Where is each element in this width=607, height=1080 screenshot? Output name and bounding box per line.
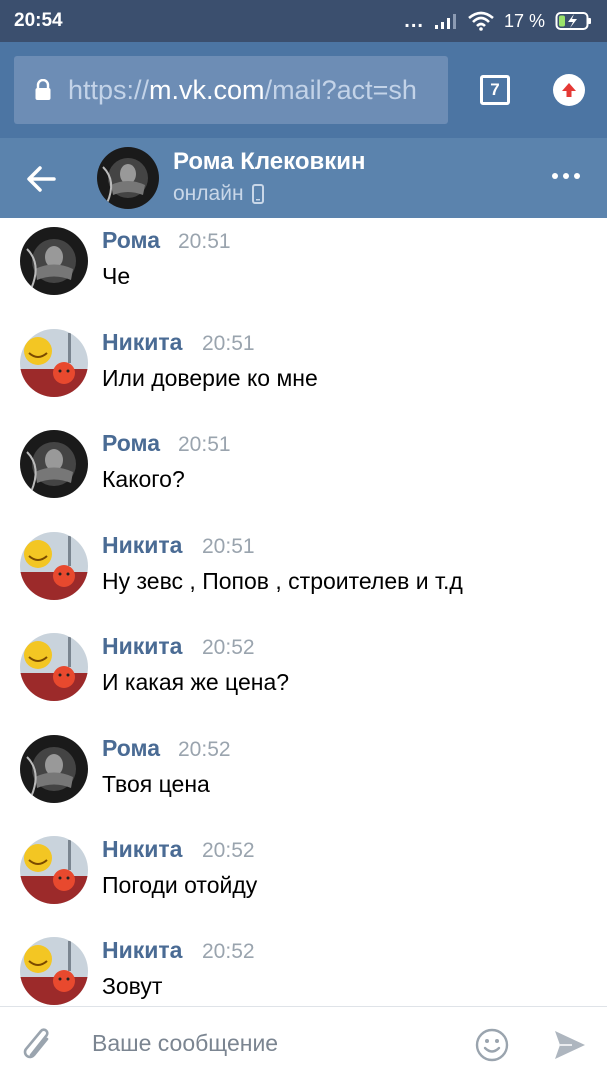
message-author[interactable]: Рома	[102, 430, 160, 457]
chat-header: Рома Клековкин онлайн	[0, 138, 607, 218]
battery-charging-icon	[555, 12, 591, 30]
url-host: m.vk.com	[149, 74, 265, 105]
nikita-avatar-image	[20, 836, 88, 904]
message-text: Какого?	[102, 466, 185, 492]
message-author[interactable]: Никита	[102, 937, 182, 964]
message-author[interactable]: Рома	[102, 735, 160, 762]
avatar[interactable]	[20, 836, 88, 904]
message-item: Никита 20:52 И какая же цена?	[0, 627, 607, 727]
contact-name[interactable]: Рома Клековкин	[173, 148, 366, 176]
lock-icon	[35, 79, 51, 100]
avatar[interactable]	[20, 532, 88, 600]
message-item: Никита 20:52 Зовут	[0, 931, 607, 1006]
roma-avatar-image	[20, 430, 88, 498]
message-time: 20:51	[202, 332, 255, 355]
message-time: 20:51	[178, 433, 231, 456]
message-time: 20:52	[202, 636, 255, 659]
message-text: И какая же цена?	[102, 669, 290, 695]
message-item: Рома 20:52 Твоя цена	[0, 729, 607, 829]
message-author[interactable]: Никита	[102, 329, 182, 356]
message-author[interactable]: Рома	[102, 227, 160, 254]
message-item: Рома 20:51 Че	[0, 221, 607, 321]
contact-status: онлайн	[173, 182, 264, 206]
message-text: Че	[102, 263, 131, 289]
message-item: Никита 20:52 Погоди отойду	[0, 830, 607, 930]
message-text: Ну зевс , Попов , строителев и т.д	[102, 568, 463, 594]
online-status-text: онлайн	[173, 182, 244, 205]
nikita-avatar-image	[20, 633, 88, 701]
avatar[interactable]	[20, 430, 88, 498]
message-text: Погоди отойду	[102, 872, 258, 898]
tabs-count: 7	[490, 80, 500, 99]
message-author[interactable]: Никита	[102, 532, 182, 559]
url-path: /mail?act=sh	[264, 74, 417, 105]
message-item: Никита 20:51 Ну зевс , Попов , строителе…	[0, 526, 607, 626]
status-bar: 20:54 ... 17 %	[0, 0, 607, 42]
message-time: 20:52	[202, 839, 255, 862]
nikita-avatar-image	[20, 532, 88, 600]
message-author[interactable]: Никита	[102, 836, 182, 863]
roma-avatar-image	[20, 735, 88, 803]
browser-toolbar: https://m.vk.com/mail?act=sh 7	[0, 42, 607, 138]
url-scheme: https://	[68, 74, 150, 105]
roma-avatar-image	[20, 227, 88, 295]
arrow-up-icon	[562, 83, 576, 97]
url-bar[interactable]: https://m.vk.com/mail?act=sh	[14, 56, 448, 124]
signal-icon	[434, 14, 456, 29]
avatar[interactable]	[20, 633, 88, 701]
mobile-phone-icon	[251, 184, 264, 204]
status-time: 20:54	[14, 10, 63, 31]
message-time: 20:51	[178, 230, 231, 253]
smiley-icon[interactable]	[474, 1027, 510, 1063]
avatar[interactable]	[97, 147, 159, 209]
message-item: Рома 20:51 Какого?	[0, 424, 607, 524]
send-icon[interactable]	[552, 1027, 588, 1063]
wifi-icon	[468, 11, 494, 31]
message-time: 20:51	[202, 535, 255, 558]
paperclip-icon[interactable]	[20, 1025, 56, 1065]
status-indicators: ... 17 %	[404, 10, 593, 33]
tabs-button[interactable]: 7	[480, 75, 510, 105]
back-arrow-icon[interactable]	[22, 160, 60, 198]
nikita-avatar-image	[20, 937, 88, 1005]
url-text: https://m.vk.com/mail?act=sh	[68, 75, 417, 106]
message-text: Зовут	[102, 973, 163, 999]
contact-avatar-image	[97, 147, 159, 209]
message-input[interactable]	[90, 1023, 450, 1063]
message-time: 20:52	[202, 940, 255, 963]
avatar[interactable]	[20, 937, 88, 1005]
message-text: Или доверие ко мне	[102, 365, 318, 391]
message-item: Никита 20:51 Или доверие ко мне	[0, 323, 607, 423]
avatar[interactable]	[20, 329, 88, 397]
message-author[interactable]: Никита	[102, 633, 182, 660]
message-text: Твоя цена	[102, 771, 210, 797]
message-composer	[0, 1006, 607, 1080]
update-button[interactable]	[553, 74, 585, 106]
message-time: 20:52	[178, 738, 231, 761]
avatar[interactable]	[20, 735, 88, 803]
nikita-avatar-image	[20, 329, 88, 397]
message-list: Рома 20:51 Че Никита 20:51 Или доверие к…	[0, 218, 607, 1006]
battery-percent: 17 %	[503, 10, 545, 31]
notification-dots: ...	[404, 9, 424, 32]
more-options-icon[interactable]	[548, 166, 584, 186]
avatar[interactable]	[20, 227, 88, 295]
